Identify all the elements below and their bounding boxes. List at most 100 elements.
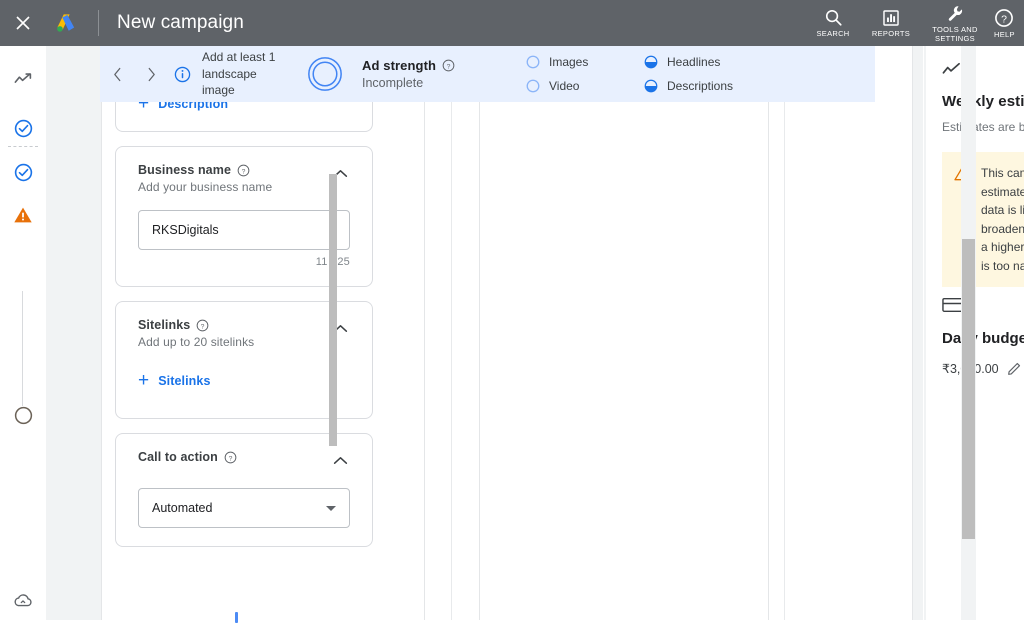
help-circle-icon-glyph: ? [224,451,237,463]
ad-strength-title: Ad strength [362,58,437,73]
svg-text:?: ? [201,323,205,330]
rail-item-step-complete-1[interactable] [0,119,46,138]
check-item-headlines: Headlines [644,55,794,69]
half-filled-circle-icon [644,79,658,93]
rail-item-step-complete-2[interactable] [0,163,46,182]
left-gutter [46,46,101,620]
estimates-warning-box: This campaign is not eligible to get est… [942,152,1024,287]
estimates-warning-text: This campaign is not eligible to get est… [981,166,1024,273]
empty-circle-icon [526,55,540,69]
warning-triangle-icon [14,207,32,223]
topbar-help-button[interactable]: ? HELP [990,0,1024,46]
topbar-reports-button[interactable]: REPORTS [862,0,920,46]
business-name-input[interactable]: RKSDigitals [138,210,350,250]
svg-text:?: ? [447,63,451,70]
chevron-right-icon [148,67,155,81]
ad-strength-status: Incomplete [362,76,424,90]
caret-down-icon [326,505,336,511]
check-label-images: Images [549,55,589,69]
ad-strength-banner: Add at least 1 landscape image Ad streng… [100,46,875,102]
pencil-edit-icon [1007,362,1020,375]
wrench-tools-icon [948,5,962,21]
trending-chart-icon [942,62,960,74]
rail-item-step-pending[interactable] [0,406,46,425]
help-circle-icon[interactable]: ? [442,59,455,72]
plus-icon: + [138,370,150,391]
google-ads-logo-icon [57,14,75,32]
ad-strength-meter [288,55,362,93]
rail-connector-line [22,291,23,406]
content-divider-left [424,46,425,620]
reports-bar-chart-icon [883,9,899,26]
svg-text:?: ? [228,455,232,462]
help-circle-icon[interactable]: ? [224,451,237,464]
sitelinks-subtitle: Add up to 20 sitelinks [138,335,255,349]
topbar-search-button[interactable]: SEARCH [804,0,862,46]
rail-item-step-warning[interactable] [0,206,46,224]
cloud-upload-icon [14,594,32,607]
svg-text:?: ? [242,168,246,175]
check-label-descriptions: Descriptions [667,79,734,93]
budget-card-icon-wrap [942,297,1024,318]
help-circle-icon-glyph: ? [196,319,209,331]
call-to-action-card: Call to action ? Automated [115,433,373,547]
sitelinks-title: Sitelinks [138,318,191,332]
google-ads-logo-button[interactable] [46,0,86,46]
page-scrollbar-thumb[interactable] [962,239,975,539]
svg-text:?: ? [1001,13,1007,25]
check-item-video: Video [526,79,644,93]
add-sitelinks-button[interactable]: + Sitelinks [138,371,350,390]
left-rail [0,46,46,620]
empty-circle-icon [526,79,540,93]
page-body: 0 / 90 + Description Business name ? [46,46,1024,623]
check-label-headlines: Headlines [667,55,721,69]
topbar-reports-label: REPORTS [871,28,911,38]
topbar-help-label: HELP [994,29,1015,39]
call-to-action-title: Call to action [138,450,218,464]
rail-item-performance[interactable] [0,72,46,86]
topbar-tools-settings-label: TOOLS AND SETTINGS [932,24,978,43]
banner-suggestion-text: Add at least 1 landscape image [202,50,276,98]
ad-preview-canvas [480,90,768,620]
preview-scrollbar-thumb[interactable] [329,174,337,446]
call-to-action-collapse-button[interactable] [330,450,350,470]
estimates-subtitle: Estimates are based on [942,120,1024,134]
help-circle-icon-glyph: ? [442,59,455,72]
ad-strength-checks-column-2: Headlines Descriptions [644,55,794,93]
topbar-search-label: SEARCH [816,29,850,38]
preview-divider-outer [451,46,452,620]
budget-heading: Daily budget [942,330,1024,347]
rail-divider [8,146,38,147]
half-filled-circle-icon [644,55,658,69]
check-circle-icon [14,163,32,182]
right-panel-edge [923,46,924,620]
preview-divider-right [784,46,785,620]
empty-circle-icon [14,406,32,425]
help-circle-icon[interactable]: ? [237,164,250,177]
add-sitelinks-label: Sitelinks [158,373,211,388]
check-item-descriptions: Descriptions [644,79,794,93]
credit-card-icon [942,297,963,313]
title-divider [98,10,99,36]
page-title: New campaign [117,12,244,33]
banner-prev-button[interactable] [100,67,134,82]
search-icon [825,9,842,26]
close-button[interactable] [0,0,46,46]
close-icon [16,16,30,30]
estimates-chart-icon-wrap [942,62,1024,81]
banner-next-button[interactable] [134,67,168,82]
info-circle-icon [174,66,190,82]
check-label-video: Video [549,79,580,93]
call-to-action-value: Automated [152,501,213,515]
chevron-left-icon [113,67,120,81]
estimates-heading: Weekly estimates [942,93,1024,110]
business-name-subtitle: Add your business name [138,180,273,194]
chevron-up-icon [333,456,347,464]
budget-edit-button[interactable] [1007,361,1022,376]
business-name-value: RKSDigitals [152,223,219,237]
topbar-tools-settings-button[interactable]: TOOLS AND SETTINGS [920,0,990,46]
preview-text-caret [235,612,238,623]
call-to-action-select[interactable]: Automated [138,488,350,528]
help-circle-icon[interactable]: ? [196,319,209,332]
rail-item-cloud[interactable] [0,593,46,608]
